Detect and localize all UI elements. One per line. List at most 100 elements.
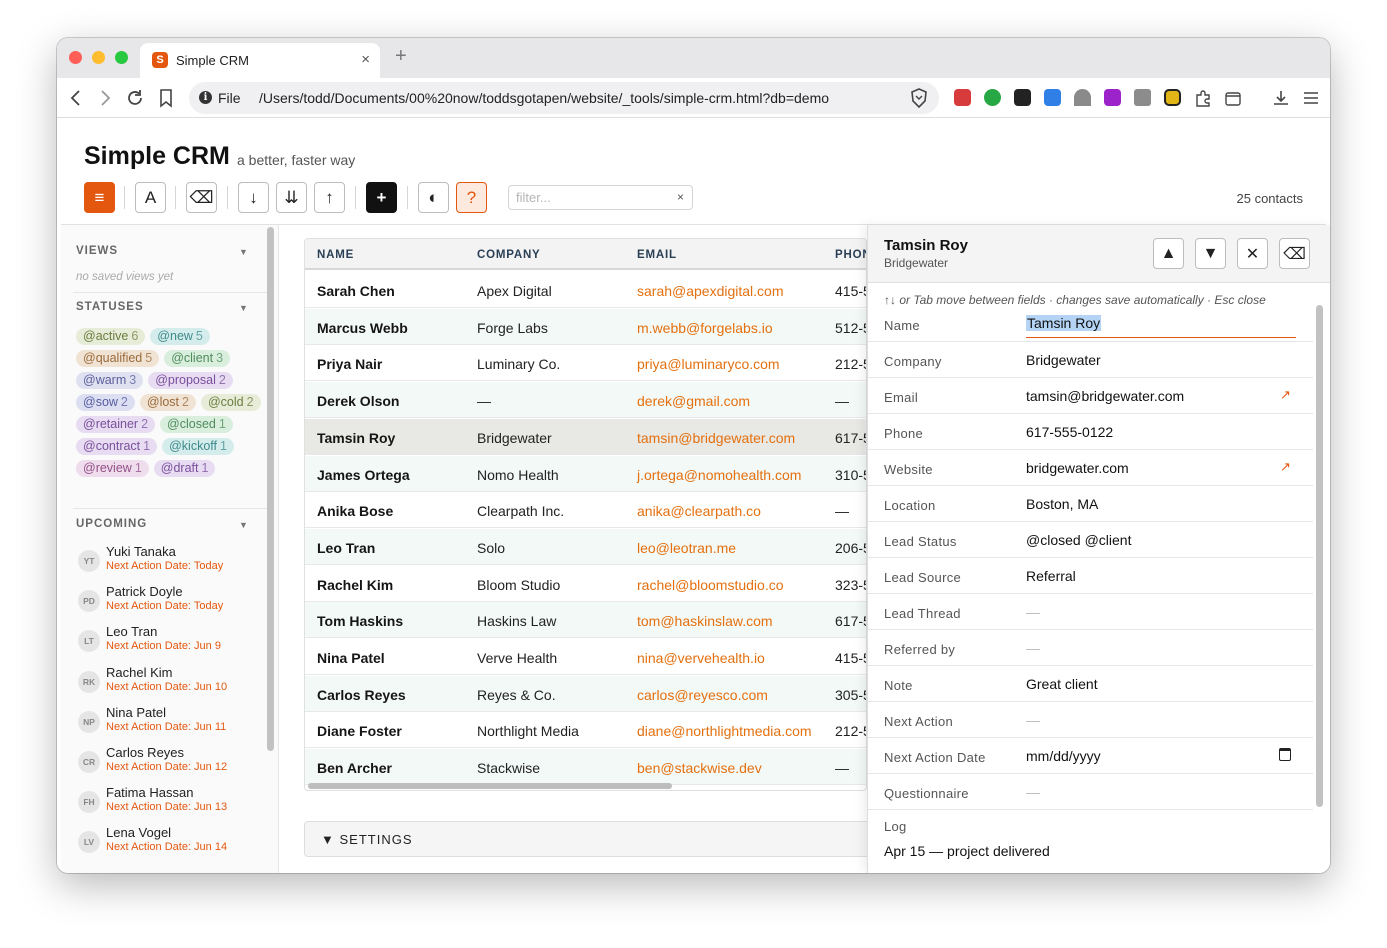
field-location[interactable]: Location Boston, MA [868,486,1313,522]
status-chip[interactable]: @retainer 2 [76,416,156,433]
upcoming-collapse-icon[interactable]: ▼ [239,520,248,530]
sidebar-scrollbar[interactable] [267,227,274,751]
detail-scrollbar[interactable] [1316,305,1323,807]
status-chip[interactable]: @closed 1 [160,416,233,433]
field-next-action[interactable]: Next Action — [868,702,1313,738]
cell-email[interactable]: tom@haskinslaw.com [637,613,773,629]
field-value[interactable]: bridgewater.com [1026,460,1129,476]
filter-clear-icon[interactable]: × [677,190,684,204]
cell-email[interactable]: diane@northlightmedia.com [637,723,812,739]
field-value[interactable]: @closed @client [1026,532,1131,548]
field-value[interactable]: Great client [1026,676,1098,692]
table-row[interactable]: Nina Patel Verve Health nina@vervehealth.i… [305,639,866,675]
extension-camera-icon[interactable] [1134,89,1151,106]
field-value[interactable]: mm/dd/yyyy [1026,748,1101,764]
status-chip[interactable]: @qualified 5 [76,350,160,367]
column-header-email[interactable]: EMAIL [637,249,677,261]
table-row[interactable]: Leo Tran Solo leo@leotran.me 206-5 [305,528,866,565]
upcoming-heading[interactable]: UPCOMING [76,518,147,530]
statuses-collapse-icon[interactable]: ▼ [239,303,248,313]
field-website[interactable]: Website bridgewater.com ↗ [868,450,1313,486]
cell-email[interactable]: leo@leotran.me [637,540,736,556]
forward-icon[interactable] [94,87,116,109]
extension-lastpass-icon[interactable] [954,89,971,106]
status-chip[interactable]: @contract 1 [76,438,158,455]
filter-input[interactable] [516,190,666,205]
table-row[interactable]: Tom Haskins Haskins Law tom@haskinslaw.com… [305,602,866,639]
field-lead-thread[interactable]: Lead Thread — [868,594,1313,630]
status-chip[interactable]: @new 5 [150,328,210,345]
views-collapse-icon[interactable]: ▼ [239,247,248,257]
close-detail-button[interactable]: ✕ [1237,238,1268,269]
field-note[interactable]: Note Great client [868,666,1313,702]
sort-descending-button[interactable]: ↓ [238,182,269,213]
add-contact-button[interactable]: + [366,182,397,213]
field-value[interactable]: — [1026,640,1040,656]
table-row[interactable]: Ben Archer Stackwise ben@stackwise.dev — [305,749,866,786]
back-icon[interactable] [66,87,88,109]
status-chip[interactable]: @sow 2 [76,394,135,411]
field-questionnaire[interactable]: Questionnaire — [868,774,1313,810]
menu-button[interactable]: ≡ [84,182,115,213]
sort-ascending-button[interactable]: ↑ [314,182,345,213]
brave-shield-icon[interactable] [910,88,928,108]
settings-toggle[interactable]: ▼ SETTINGS [304,821,904,857]
field-next-action-date[interactable]: Next Action Date mm/dd/yyyy [868,738,1313,774]
field-name[interactable]: Name Tamsin Roy [868,306,1313,342]
contrast-toggle-button[interactable]: ◐ [418,182,449,213]
cell-email[interactable]: ben@stackwise.dev [637,760,762,776]
cell-email[interactable]: nina@vervehealth.io [637,650,765,666]
field-value[interactable]: Referral [1026,568,1076,584]
extension-bitwarden-icon[interactable] [1044,89,1061,106]
status-chip[interactable]: @lost 2 [139,394,196,411]
field-referred-by[interactable]: Referred by — [868,630,1313,666]
filter-field[interactable]: × [508,185,693,210]
cell-email[interactable]: anika@clearpath.co [637,503,761,519]
field-lead-status[interactable]: Lead Status @closed @client [868,522,1313,558]
table-row[interactable]: Sarah Chen Apex Digital sarah@apexdigital.… [305,272,866,308]
status-chip[interactable]: @client 3 [164,350,231,367]
field-email[interactable]: Email tamsin@bridgewater.com ↗ [868,378,1313,414]
table-row[interactable]: Tamsin Roy Bridgewater tamsin@bridgewater.… [305,418,866,455]
status-chip[interactable]: @proposal 2 [148,372,233,389]
statuses-heading[interactable]: STATUSES [76,301,144,313]
table-row[interactable]: James Ortega Nomo Health j.ortega@nomoheal… [305,455,866,492]
extension-grammar-icon[interactable] [984,89,1001,106]
address-bar[interactable]: i File /Users/todd/Documents/00%20now/to… [189,82,939,114]
views-heading[interactable]: VIEWS [76,245,118,257]
cell-email[interactable]: priya@luminaryco.com [637,356,780,372]
cell-email[interactable]: rachel@bloomstudio.co [637,577,784,593]
status-chip[interactable]: @active 6 [76,328,146,345]
browser-tab[interactable]: S Simple CRM × [140,43,380,78]
name-input[interactable]: Tamsin Roy [1026,312,1296,338]
reload-icon[interactable] [124,87,146,109]
field-value[interactable]: — [1026,712,1040,728]
table-row[interactable]: Derek Olson — derek@gmail.com — [305,382,866,419]
table-horizontal-scrollbar[interactable] [308,783,672,789]
table-row[interactable]: Marcus Webb Forge Labs m.webb@forgelabs.io… [305,308,866,345]
new-tab-icon[interactable]: + [395,45,407,68]
status-chip[interactable]: @kickoff 1 [162,438,234,455]
open-link-icon[interactable]: ↗ [1280,387,1291,403]
field-value[interactable]: — [1026,604,1040,620]
status-chip[interactable]: @cold 2 [200,394,261,411]
previous-contact-button[interactable]: ▲ [1153,238,1184,269]
downloads-icon[interactable] [1272,89,1290,107]
minimize-window-button[interactable] [92,51,105,64]
table-row[interactable]: Carlos Reyes Reyes & Co. carlos@reyesco.co… [305,675,866,712]
cell-email[interactable]: j.ortega@nomohealth.com [637,467,801,483]
table-row[interactable]: Diane Foster Northlight Media diane@northl… [305,712,866,749]
delete-contact-button[interactable]: ⌫ [1279,238,1310,269]
url-text[interactable]: /Users/todd/Documents/00%20now/toddsgota… [259,90,829,106]
field-value[interactable]: Boston, MA [1026,496,1098,512]
cell-email[interactable]: m.webb@forgelabs.io [637,320,773,336]
table-row[interactable]: Rachel Kim Bloom Studio rachel@bloomstudio… [305,566,866,602]
field-company[interactable]: Company Bridgewater [868,342,1313,378]
column-header-name[interactable]: NAME [317,249,354,261]
field-phone[interactable]: Phone 617-555-0122 [868,414,1313,450]
zoom-window-button[interactable] [115,51,128,64]
help-button[interactable]: ? [456,182,487,213]
field-value[interactable]: 617-555-0122 [1026,424,1113,440]
sort-double-button[interactable]: ⇊ [276,182,307,213]
field-value[interactable]: tamsin@bridgewater.com [1026,388,1184,404]
